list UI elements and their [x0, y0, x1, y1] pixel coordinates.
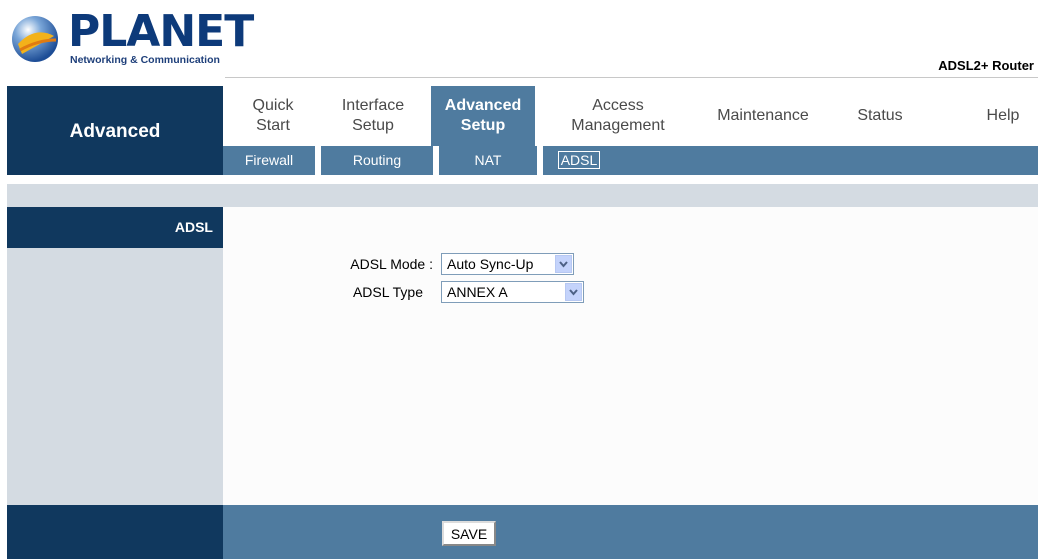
chevron-down-icon[interactable]: [555, 255, 572, 273]
planet-logo: PLANET Networking & Communication: [10, 8, 254, 68]
title-band: [7, 184, 1038, 207]
subtab-separator: [537, 146, 543, 175]
brand-name: PLANET: [68, 6, 254, 57]
footer-left-panel: [7, 505, 223, 559]
content-area: ADSL Mode : Auto Sync-Up ADSL Type ANNEX…: [223, 207, 1038, 505]
adsl-type-select[interactable]: ANNEX A: [441, 281, 584, 303]
subtab-routing[interactable]: Routing: [321, 146, 433, 175]
tab-help[interactable]: Help: [968, 86, 1038, 146]
nav-section-title: Advanced: [69, 121, 161, 142]
product-name: ADSL2+ Router: [938, 58, 1034, 73]
tab-quick-start[interactable]: Quick Start: [223, 86, 323, 146]
sidebar-title-bar: ADSL: [7, 207, 223, 248]
tab-access-management[interactable]: Access Management: [543, 86, 693, 146]
subtab-adsl-label: ADSL: [557, 151, 601, 169]
sidebar: [7, 207, 223, 505]
chevron-down-icon[interactable]: [565, 283, 582, 301]
tab-label: Maintenance: [717, 107, 809, 124]
tab-interface-setup[interactable]: Interface Setup: [323, 86, 423, 146]
adsl-mode-label: ADSL Mode :: [350, 256, 433, 272]
tab-label: Status: [857, 107, 903, 124]
globe-icon: [12, 16, 58, 62]
tab-label-line2: Start: [256, 117, 290, 134]
subtab-nat[interactable]: NAT: [439, 146, 537, 175]
brand-tagline: Networking & Communication: [70, 54, 220, 66]
header-divider: [225, 77, 1038, 78]
adsl-type-label: ADSL Type: [352, 284, 423, 300]
tab-label-line2: Setup: [352, 117, 394, 134]
tab-label-line1: Advanced: [444, 97, 522, 114]
adsl-mode-value: Auto Sync-Up: [447, 256, 534, 272]
tab-label-line2: Setup: [460, 117, 506, 134]
tab-label: Help: [986, 107, 1020, 124]
sidebar-title: ADSL: [174, 219, 213, 235]
tab-label-line1: Quick: [252, 97, 294, 114]
footer-bar: [223, 505, 1038, 559]
adsl-type-value: ANNEX A: [447, 284, 508, 300]
sub-tab-bar: Firewall Routing NAT ADSL: [223, 146, 1038, 175]
subtab-adsl[interactable]: ADSL: [549, 146, 609, 175]
tab-advanced-setup[interactable]: Advanced Setup: [431, 86, 535, 146]
save-button[interactable]: SAVE: [442, 521, 496, 546]
tab-label-line1: Interface: [341, 97, 405, 114]
tab-status[interactable]: Status: [835, 86, 925, 146]
nav-section-panel: Advanced: [7, 86, 223, 175]
subtab-firewall[interactable]: Firewall: [223, 146, 315, 175]
tab-maintenance[interactable]: Maintenance: [698, 86, 828, 146]
tab-label-line1: Access: [592, 97, 644, 114]
tab-label-line2: Management: [571, 117, 665, 134]
main-tab-bar: Quick Start Interface Setup Advanced Setup …: [223, 86, 1038, 146]
adsl-mode-select[interactable]: Auto Sync-Up: [441, 253, 574, 275]
